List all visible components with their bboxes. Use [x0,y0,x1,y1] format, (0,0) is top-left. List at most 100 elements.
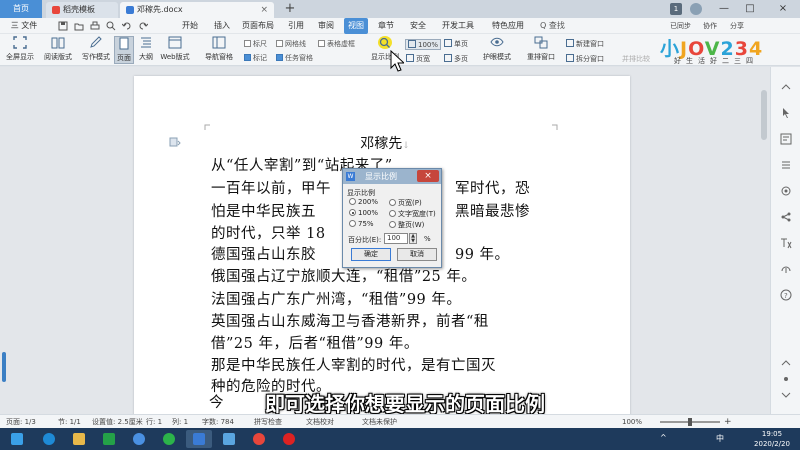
navigation-icon [212,36,226,49]
ruler-checkbox[interactable]: 标尺 [244,39,267,49]
tab-home[interactable]: 首页 [0,0,42,18]
chevron-up-icon[interactable] [780,81,792,93]
outline-view-button[interactable]: 大纲 [136,36,156,64]
undo-icon[interactable] [122,21,132,31]
taskbar-image[interactable] [216,430,242,448]
menu-sections[interactable]: 章节 [374,18,398,34]
zoom-100-button[interactable]: 100% [405,39,442,50]
user-avatar[interactable] [690,3,702,15]
task-pane-checkbox[interactable]: 任务窗格 [276,53,313,63]
tab-close-icon[interactable]: × [260,2,268,18]
zoom-percent[interactable]: 100% [622,416,642,428]
tray-clock[interactable]: 19:05 2020/2/20 [744,429,800,449]
help-icon[interactable]: ? [780,289,792,301]
menu-file[interactable]: 三 文件 [4,18,44,34]
collaborate-button[interactable]: 协作 [703,18,717,34]
split-window-button[interactable]: 拆分窗口 [566,54,604,64]
percent-spinner[interactable]: ▲ ▼ [409,233,417,244]
ok-button[interactable]: 确定 [351,248,391,261]
text-width-radio[interactable]: 文字宽度(T) [389,209,436,219]
previous-page-icon[interactable] [780,357,792,369]
zoom-slider-thumb[interactable] [688,418,692,426]
menu-features[interactable]: 特色应用 [486,18,530,34]
print-icon[interactable] [90,21,100,31]
navigation-pane-button[interactable]: 导航窗格 [200,36,238,64]
tab-templates[interactable]: 稻壳模板 [46,2,118,18]
taskbar-wps[interactable] [186,430,212,448]
gridlines-checkbox[interactable]: 网格线 [276,39,306,49]
folder-icon[interactable] [74,21,84,31]
next-page-icon[interactable] [780,389,792,401]
dialog-close-button[interactable]: × [417,170,439,182]
share-icon[interactable] [780,211,792,223]
taskbar-ie[interactable] [36,430,62,448]
new-window-button[interactable]: 新建窗口 [566,39,604,49]
zoom-100-radio[interactable]: 100% [349,209,378,217]
menu-view[interactable]: 视图 [344,18,368,34]
multi-page-button[interactable]: 多页 [444,54,468,64]
sync-status[interactable]: 已同步 [670,18,691,34]
menu-security[interactable]: 安全 [406,18,430,34]
single-page-button[interactable]: 单页 [444,39,468,49]
eye-protection-button[interactable]: 护眼模式 [480,36,514,64]
scrollbar-thumb[interactable] [761,90,767,140]
backup-icon[interactable] [780,263,792,275]
arrange-windows-button[interactable]: 重排窗口 [522,36,560,64]
table-gridlines-checkbox[interactable]: 表格虚框 [318,39,355,49]
menu-developer[interactable]: 开发工具 [440,18,476,34]
menu-insert[interactable]: 插入 [210,18,234,34]
document-protection[interactable]: 文档未保护 [362,416,397,428]
tab-document[interactable]: 邓稼先.docx × [120,2,274,18]
spell-check-toggle[interactable]: 拼写检查 [254,416,282,428]
cursor-icon[interactable] [780,107,792,119]
style-icon[interactable] [780,133,792,145]
taskbar-baidu[interactable] [126,430,152,448]
redo-icon[interactable] [138,21,148,31]
dialog-titlebar[interactable]: W 显示比例 × [343,169,441,184]
page-width-radio[interactable]: 页宽(P) [389,198,422,208]
window-badge[interactable]: 1 [670,3,682,15]
close-window-button[interactable]: × [766,0,800,18]
ime-indicator[interactable]: 中 [716,433,724,444]
writing-mode-button[interactable]: 写作模式 [80,36,112,64]
status-page[interactable]: 页面: 1/3 [6,416,36,428]
taskbar-recorder[interactable] [276,430,302,448]
web-layout-button[interactable]: Web版式 [158,36,192,64]
minimize-button[interactable]: — [712,0,736,18]
percent-input[interactable]: 100 [384,233,408,244]
menu-references[interactable]: 引用 [284,18,308,34]
select-browse-icon[interactable] [780,373,792,385]
settings-icon[interactable] [780,185,792,197]
taskbar-chrome[interactable] [246,430,272,448]
menu-page-layout[interactable]: 页面布局 [240,18,276,34]
page-view-button[interactable]: 页面 [114,36,134,64]
share-button[interactable]: 分享 [730,18,744,34]
start-button[interactable] [4,430,30,448]
translate-icon[interactable] [780,237,792,249]
whole-page-radio[interactable]: 整页(W) [389,220,424,230]
save-icon[interactable] [58,21,68,31]
menu-home[interactable]: 开始 [178,18,202,34]
taskbar-explorer[interactable] [66,430,92,448]
properties-icon[interactable] [780,159,792,171]
menu-review[interactable]: 审阅 [314,18,338,34]
document-outline-icon[interactable] [169,137,181,147]
new-tab-button[interactable]: + [282,0,298,18]
tray-expand-icon[interactable]: ^ [660,433,667,442]
zoom-75-radio[interactable]: 75% [349,220,374,228]
document-proof[interactable]: 文档校对 [306,416,334,428]
maximize-button[interactable]: □ [738,0,762,18]
page-width-button[interactable]: 页宽 [406,54,430,64]
taskbar-store[interactable] [96,430,122,448]
logo-subtitle: 好生活好二三四 [674,57,758,65]
reading-layout-button[interactable]: 阅读版式 [42,36,74,64]
fullscreen-button[interactable]: 全屏显示 [4,36,36,64]
preview-icon[interactable] [106,21,116,31]
zoom-200-radio[interactable]: 200% [349,198,378,206]
cancel-button[interactable]: 取消 [397,248,437,261]
markup-checkbox[interactable]: 标记 [244,53,267,63]
search-input[interactable]: Q 查找 [540,20,580,32]
taskbar-360[interactable] [156,430,182,448]
status-word-count[interactable]: 字数: 784 [202,416,234,428]
zoom-in-icon[interactable]: + [724,416,732,428]
